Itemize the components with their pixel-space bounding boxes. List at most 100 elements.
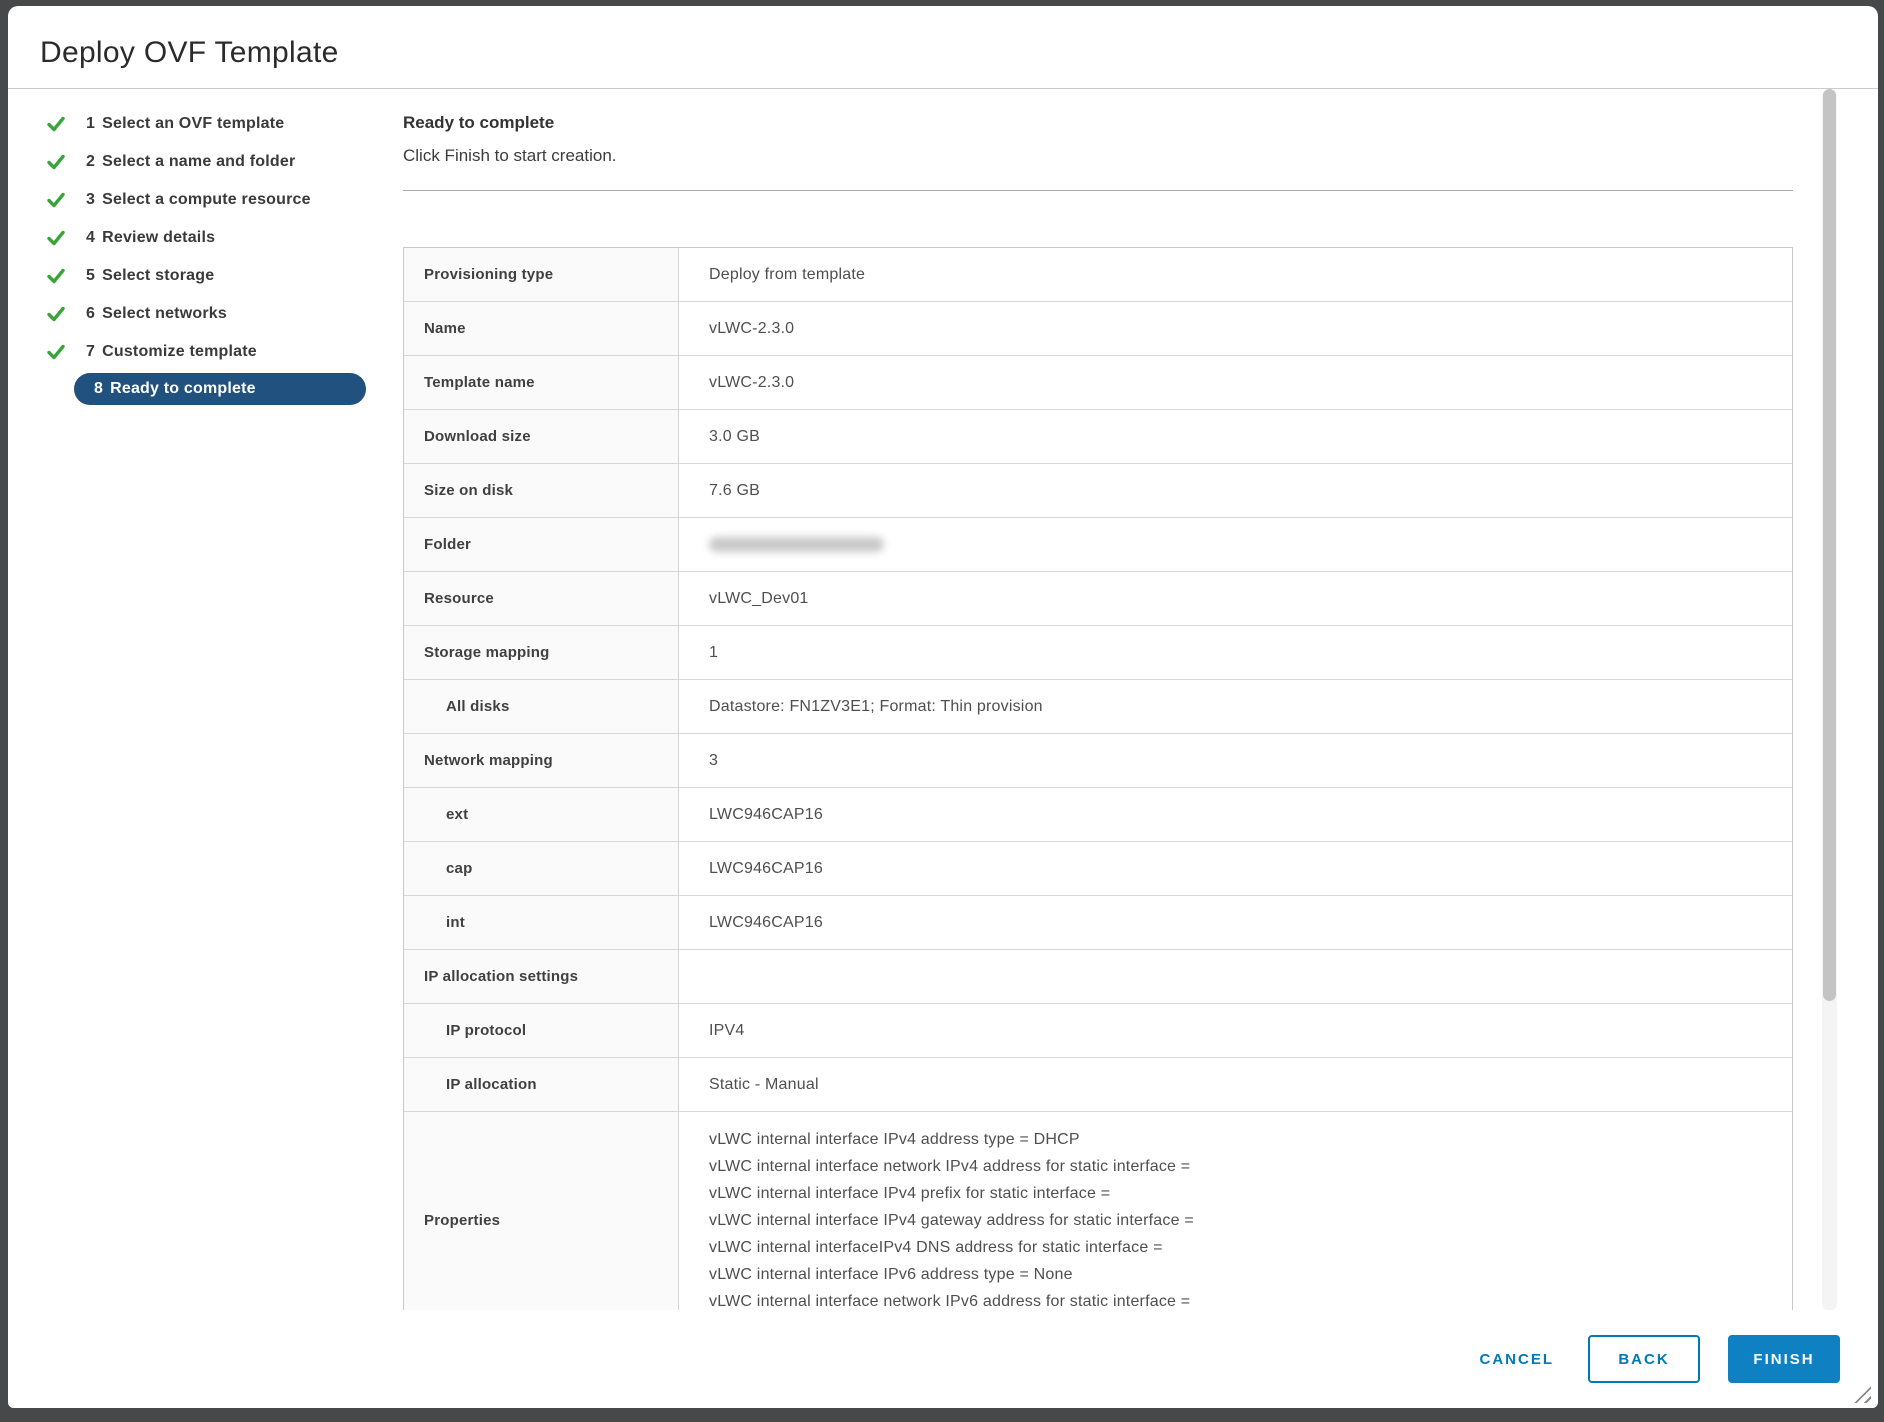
step-number: 5 xyxy=(86,267,95,284)
step-label: 5 Select storage xyxy=(86,267,214,285)
row-label: Download size xyxy=(424,428,531,445)
row-label-cell: Network mapping xyxy=(404,734,679,787)
step-number: 7 xyxy=(86,343,95,360)
row-value: 7.6 GB xyxy=(709,482,760,500)
finish-button[interactable]: FINISH xyxy=(1728,1335,1840,1383)
row-label: Network mapping xyxy=(424,752,553,769)
step-number: 6 xyxy=(86,305,95,322)
dialog-header: Deploy OVF Template xyxy=(8,6,1878,89)
step-text: Select a name and folder xyxy=(102,153,295,170)
vertical-scrollbar[interactable] xyxy=(1822,89,1837,1310)
row-value-cell: vLWC-2.3.0 xyxy=(679,302,1792,355)
table-row: Storage mapping 1 xyxy=(404,626,1792,680)
table-row: IP protocolIPV4 xyxy=(404,1004,1792,1058)
row-label-cell: Storage mapping xyxy=(404,626,679,679)
row-label-cell: Download size xyxy=(404,410,679,463)
deploy-ovf-dialog: Deploy OVF Template 1Select an OVF templ… xyxy=(8,6,1878,1408)
step-text: Select networks xyxy=(102,305,227,322)
row-label-cell: Folder xyxy=(404,518,679,571)
table-row: cap LWC946CAP16 xyxy=(404,842,1792,896)
row-label: ext xyxy=(446,806,468,823)
back-button[interactable]: BACK xyxy=(1588,1335,1700,1383)
row-label-cell: All disks xyxy=(404,680,679,733)
step-text: Select a compute resource xyxy=(102,191,311,208)
table-row: Download size3.0 GB xyxy=(404,410,1792,464)
row-label-cell: IP allocation settings xyxy=(404,950,679,1003)
row-value: vLWC-2.3.0 xyxy=(709,320,794,338)
check-icon xyxy=(46,266,66,286)
row-value: vLWC_Dev01 xyxy=(709,590,809,608)
step-number: 8 xyxy=(94,380,103,397)
scrollbar-thumb[interactable] xyxy=(1823,89,1836,1001)
dialog-footer: CANCEL BACK FINISH xyxy=(8,1310,1878,1408)
row-label: Storage mapping xyxy=(424,644,550,661)
wizard-step-1[interactable]: 1Select an OVF template xyxy=(46,105,395,143)
step-label: 4Review details xyxy=(86,229,215,247)
row-value-cell xyxy=(679,518,1792,571)
table-row: Template name vLWC-2.3.0 xyxy=(404,356,1792,410)
wizard-step-6[interactable]: 6 Select networks xyxy=(46,295,395,333)
row-value-cell: 3 xyxy=(679,734,1792,787)
dialog-body: 1Select an OVF template 2 Select a name an… xyxy=(8,89,1878,1310)
cancel-button[interactable]: CANCEL xyxy=(1474,1351,1561,1368)
row-value: Datastore: FN1ZV3E1; Format: Thin provis… xyxy=(709,698,1043,716)
property-line: vLWC internal interface IPv4 address typ… xyxy=(709,1126,1782,1153)
row-label: cap xyxy=(446,860,472,877)
table-row: Size on disk 7.6 GB xyxy=(404,464,1792,518)
page-title: Ready to complete xyxy=(403,113,1793,133)
check-icon xyxy=(46,152,66,172)
row-label-cell: Name xyxy=(404,302,679,355)
wizard-step-2[interactable]: 2 Select a name and folder xyxy=(46,143,395,181)
row-value-cell: IPV4 xyxy=(679,1004,1792,1057)
row-value-cell: LWC946CAP16 xyxy=(679,788,1792,841)
row-value: Deploy from template xyxy=(709,266,865,284)
step-label: 7Customize template xyxy=(86,343,257,361)
check-icon xyxy=(46,342,66,362)
page-subtitle: Click Finish to start creation. xyxy=(403,146,1793,166)
row-value: LWC946CAP16 xyxy=(709,806,823,824)
row-label-cell: IP allocation xyxy=(404,1058,679,1111)
step-label: 1Select an OVF template xyxy=(86,115,284,133)
row-label: Properties xyxy=(424,1212,500,1229)
row-value-cell: 1 xyxy=(679,626,1792,679)
content-divider xyxy=(403,190,1793,191)
wizard-step-5[interactable]: 5 Select storage xyxy=(46,257,395,295)
row-value: LWC946CAP16 xyxy=(709,860,823,878)
table-row: Network mapping 3 xyxy=(404,734,1792,788)
row-label: Size on disk xyxy=(424,482,513,499)
active-step-pill[interactable]: 8Ready to complete xyxy=(74,373,366,405)
step-text: Select storage xyxy=(102,267,214,284)
summary-table: Provisioning type Deploy from template Nam… xyxy=(403,247,1793,1310)
row-value: LWC946CAP16 xyxy=(709,914,823,932)
row-value-cell: vLWC_Dev01 xyxy=(679,572,1792,625)
step-number: 2 xyxy=(86,153,95,170)
row-value-cell: Datastore: FN1ZV3E1; Format: Thin provis… xyxy=(679,680,1792,733)
table-row: Folder xyxy=(404,518,1792,572)
row-label: Template name xyxy=(424,374,535,391)
row-label-cell: Provisioning type xyxy=(404,248,679,301)
property-line: vLWC internal interface network IPv4 add… xyxy=(709,1153,1782,1180)
content-pane: Ready to complete Click Finish to start … xyxy=(395,89,1878,1310)
wizard-step-4[interactable]: 4Review details xyxy=(46,219,395,257)
row-value-cell: Static - Manual xyxy=(679,1058,1792,1111)
step-label: 8Ready to complete xyxy=(94,380,256,398)
step-label: 3Select a compute resource xyxy=(86,191,311,209)
row-value-cell: vLWC-2.3.0 xyxy=(679,356,1792,409)
wizard-step-8[interactable]: 8Ready to complete xyxy=(46,371,395,407)
property-line: vLWC internal interface IPv6 address typ… xyxy=(709,1261,1782,1288)
step-text: Review details xyxy=(102,229,215,246)
row-label-cell: int xyxy=(404,896,679,949)
property-line: vLWC internal interfaceIPv4 DNS address … xyxy=(709,1234,1782,1261)
row-value-cell: vLWC internal interface IPv4 address typ… xyxy=(679,1112,1792,1310)
row-value: 1 xyxy=(709,644,718,662)
check-icon xyxy=(46,228,66,248)
wizard-step-7[interactable]: 7Customize template xyxy=(46,333,395,371)
step-number: 1 xyxy=(86,115,95,132)
table-row: Provisioning type Deploy from template xyxy=(404,248,1792,302)
wizard-step-list: 1Select an OVF template 2 Select a name an… xyxy=(8,89,395,1310)
table-row: All disks Datastore: FN1ZV3E1; Format: Th… xyxy=(404,680,1792,734)
wizard-step-3[interactable]: 3Select a compute resource xyxy=(46,181,395,219)
row-value: IPV4 xyxy=(709,1022,745,1040)
table-row: IP allocation Static - Manual xyxy=(404,1058,1792,1112)
row-label: IP allocation xyxy=(446,1076,537,1093)
